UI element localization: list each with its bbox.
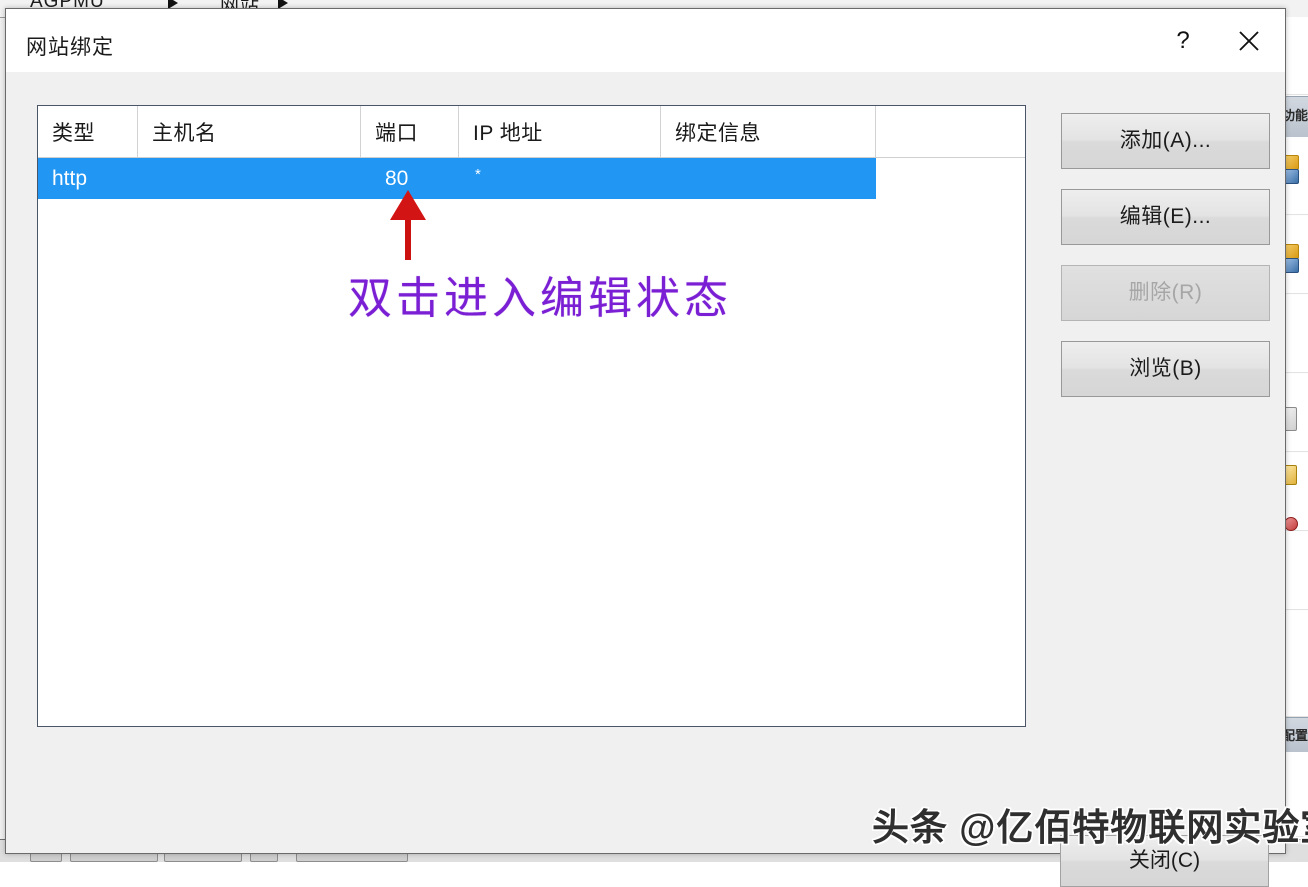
cell-ip: * xyxy=(475,166,481,183)
feature-icon-4[interactable] xyxy=(1284,258,1299,273)
annotation-text: 双击进入编辑状态 xyxy=(348,273,732,324)
dialog-title: 网站绑定 xyxy=(26,36,114,59)
column-header-type[interactable]: 类型 xyxy=(38,106,138,157)
edit-button[interactable]: 编辑(E)... xyxy=(1061,189,1270,245)
cell-port: 80 xyxy=(385,167,409,190)
watermark-text: 头条 @亿佰特物联网实验室 xyxy=(872,807,1308,848)
dialog-body: 类型 主机名 端口 IP 地址 绑定信息 http 80 * 添加(A)... … xyxy=(6,72,1285,887)
listview-header: 类型 主机名 端口 IP 地址 绑定信息 xyxy=(38,106,1025,158)
feature-icon-1[interactable] xyxy=(1284,155,1299,170)
column-header-ip[interactable]: IP 地址 xyxy=(459,106,661,157)
help-icon[interactable]: ? xyxy=(1153,9,1213,72)
column-header-port[interactable]: 端口 xyxy=(361,106,459,157)
dialog-action-buttons: 添加(A)... 编辑(E)... 删除(R) 浏览(B) xyxy=(1061,113,1270,417)
feature-icon-7[interactable] xyxy=(1284,517,1298,531)
cell-type: http xyxy=(52,167,88,190)
browse-button[interactable]: 浏览(B) xyxy=(1061,341,1270,397)
titlebar-buttons: ? xyxy=(1153,9,1285,72)
site-bindings-dialog: 网站绑定 ? 类型 主机名 端口 IP 地址 绑定信息 http 80 * 添加… xyxy=(5,8,1286,887)
feature-icon-2[interactable] xyxy=(1284,169,1299,184)
column-header-hostname[interactable]: 主机名 xyxy=(138,106,361,157)
close-icon[interactable] xyxy=(1213,9,1285,72)
column-header-binding[interactable]: 绑定信息 xyxy=(661,106,876,157)
table-row[interactable]: http 80 * xyxy=(38,158,876,199)
dialog-titlebar: 网站绑定 ? xyxy=(6,9,1285,73)
feature-icon-3[interactable] xyxy=(1284,244,1299,259)
add-button[interactable]: 添加(A)... xyxy=(1061,113,1270,169)
remove-button: 删除(R) xyxy=(1061,265,1270,321)
bindings-listview[interactable]: 类型 主机名 端口 IP 地址 绑定信息 http 80 * xyxy=(37,105,1026,727)
